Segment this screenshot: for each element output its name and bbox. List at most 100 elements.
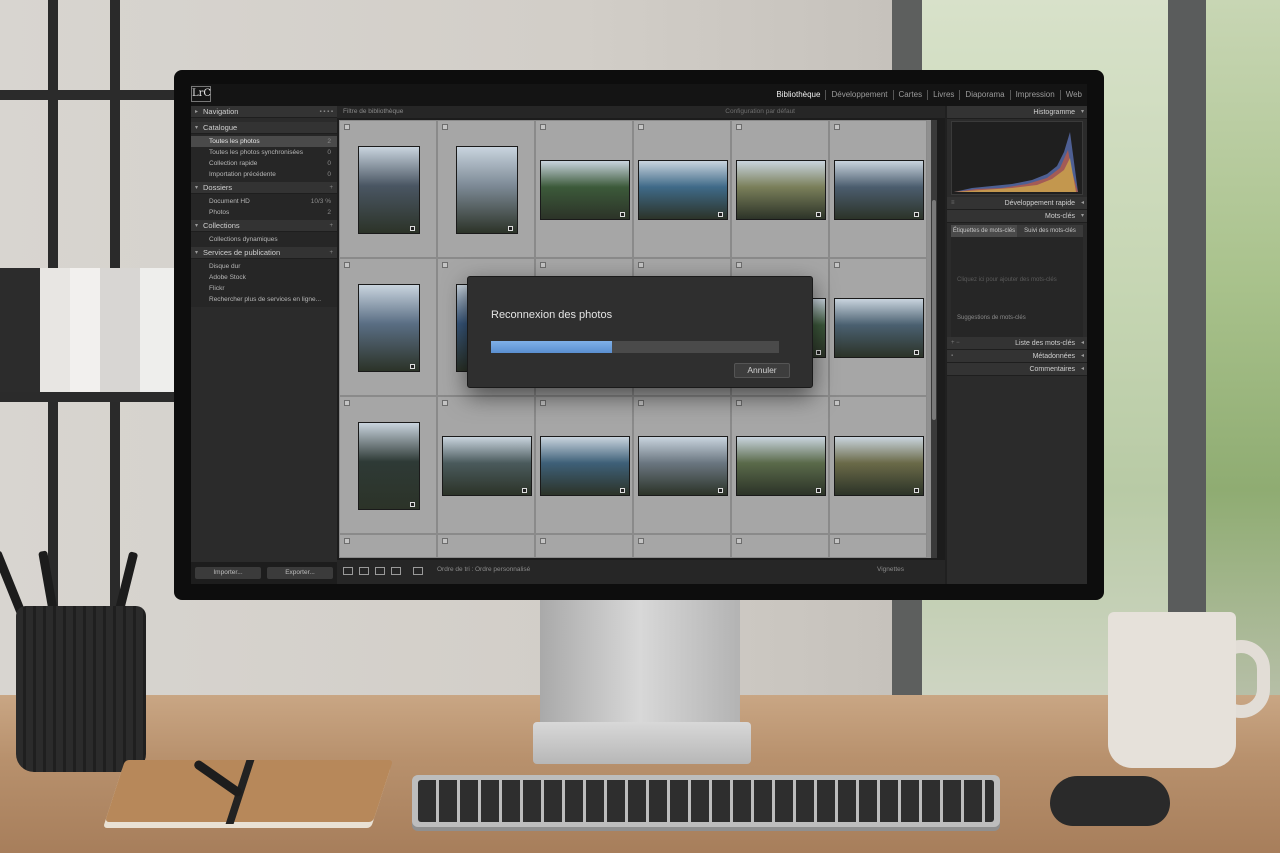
comments-header[interactable]: Commentaires ◂ — [947, 363, 1087, 376]
add-collection-icon[interactable]: + — [329, 220, 333, 232]
thumbnail-cell[interactable] — [339, 120, 437, 258]
select-checkbox[interactable] — [736, 124, 742, 130]
select-checkbox[interactable] — [736, 538, 742, 544]
thumbnail-cell[interactable] — [535, 396, 633, 534]
thumbnail-cell[interactable] — [829, 396, 927, 534]
tab-keyword-tags[interactable]: Étiquettes de mots-clés — [951, 225, 1017, 237]
select-checkbox[interactable] — [442, 124, 448, 130]
select-checkbox[interactable] — [442, 538, 448, 544]
select-checkbox[interactable] — [834, 400, 840, 406]
select-checkbox[interactable] — [638, 400, 644, 406]
module-print[interactable]: Impression — [1011, 90, 1061, 100]
select-checkbox[interactable] — [638, 262, 644, 268]
select-checkbox[interactable] — [344, 262, 350, 268]
select-checkbox[interactable] — [834, 124, 840, 130]
module-library[interactable]: Bibliothèque — [771, 90, 827, 100]
select-checkbox[interactable] — [834, 538, 840, 544]
photo-thumbnail[interactable] — [540, 160, 630, 220]
keyword-entry-area[interactable]: Cliquez ici pour ajouter des mots-clés S… — [951, 237, 1083, 337]
folder-volume[interactable]: Document HD 10/3 % — [191, 196, 337, 207]
catalog-item-quick-collection[interactable]: Collection rapide 0 — [191, 158, 337, 169]
select-checkbox[interactable] — [540, 400, 546, 406]
thumbnail-cell[interactable] — [633, 120, 731, 258]
thumbnail-cell[interactable] — [731, 120, 829, 258]
find-more-services-link[interactable]: Rechercher plus de services en ligne... — [191, 294, 337, 305]
select-checkbox[interactable] — [736, 400, 742, 406]
grid-scrollbar[interactable] — [931, 120, 937, 558]
keyword-list-header[interactable]: + − Liste des mots-clés ◂ — [947, 337, 1087, 350]
thumbnail-cell[interactable] — [437, 534, 535, 558]
photo-thumbnail[interactable] — [540, 436, 630, 496]
photo-thumbnail[interactable] — [358, 284, 420, 372]
select-checkbox[interactable] — [736, 262, 742, 268]
grid-view-icon[interactable] — [343, 567, 353, 575]
module-web[interactable]: Web — [1061, 90, 1087, 100]
tab-keyword-tracking[interactable]: Suivi des mots-clés — [1017, 225, 1083, 237]
metadata-preset-icon[interactable]: ▪ — [951, 350, 953, 363]
photo-thumbnail[interactable] — [456, 146, 518, 234]
select-checkbox[interactable] — [540, 538, 546, 544]
thumbnail-cell[interactable] — [535, 534, 633, 558]
photo-thumbnail[interactable] — [834, 298, 924, 358]
library-filter-bar[interactable]: Filtre de bibliothèque Configuration par… — [337, 106, 945, 118]
add-service-icon[interactable]: + — [329, 247, 333, 259]
folder-photos[interactable]: Photos 2 — [191, 207, 337, 218]
zoom-options-icon[interactable]: ▪ ▪ ▪ ▪ — [319, 106, 333, 118]
photo-thumbnail[interactable] — [638, 160, 728, 220]
select-checkbox[interactable] — [834, 262, 840, 268]
catalog-header[interactable]: ▾ Catalogue — [191, 122, 337, 134]
thumbnail-cell[interactable] — [633, 396, 731, 534]
photo-thumbnail[interactable] — [358, 422, 420, 510]
survey-view-icon[interactable] — [391, 567, 401, 575]
metadata-header[interactable]: ▪ Métadonnées ◂ — [947, 350, 1087, 363]
thumbnail-cell[interactable] — [339, 534, 437, 558]
collections-header[interactable]: ▾ Collections + — [191, 220, 337, 232]
publish-adobe-stock[interactable]: Adobe Stock — [191, 272, 337, 283]
quick-develop-header[interactable]: ≡ Développement rapide ◂ — [947, 197, 1087, 210]
photo-thumbnail[interactable] — [834, 436, 924, 496]
thumbnail-cell[interactable] — [437, 120, 535, 258]
select-checkbox[interactable] — [638, 124, 644, 130]
select-checkbox[interactable] — [344, 400, 350, 406]
thumbnail-cell[interactable] — [339, 396, 437, 534]
select-checkbox[interactable] — [638, 538, 644, 544]
navigator-header[interactable]: ▸ Navigation ▪ ▪ ▪ ▪ — [191, 106, 337, 118]
select-checkbox[interactable] — [442, 400, 448, 406]
select-checkbox[interactable] — [442, 262, 448, 268]
folders-header[interactable]: ▾ Dossiers + — [191, 182, 337, 194]
filter-preset[interactable]: Configuration par défaut — [725, 106, 795, 118]
collection-smart[interactable]: Collections dynamiques — [191, 234, 337, 245]
photo-thumbnail[interactable] — [736, 160, 826, 220]
photo-thumbnail[interactable] — [442, 436, 532, 496]
scrollbar-thumb[interactable] — [932, 200, 936, 420]
thumbnail-cell[interactable] — [339, 258, 437, 396]
import-button[interactable]: Importer... — [195, 567, 261, 579]
thumbnail-cell[interactable] — [829, 258, 927, 396]
catalog-item-synced[interactable]: Toutes les photos synchronisées 0 — [191, 147, 337, 158]
thumbnail-cell[interactable] — [633, 534, 731, 558]
module-develop[interactable]: Développement — [826, 90, 894, 100]
export-button[interactable]: Exporter... — [267, 567, 333, 579]
publish-hard-drive[interactable]: Disque dur — [191, 261, 337, 272]
cancel-button[interactable]: Annuler — [734, 363, 790, 378]
thumbnail-cell[interactable] — [535, 120, 633, 258]
sort-order-select[interactable]: Ordre personnalisé — [475, 566, 530, 573]
select-checkbox[interactable] — [344, 538, 350, 544]
loupe-view-icon[interactable] — [359, 567, 369, 575]
module-slideshow[interactable]: Diaporama — [960, 90, 1011, 100]
compare-view-icon[interactable] — [375, 567, 385, 575]
thumbnail-cell[interactable] — [829, 534, 927, 558]
module-book[interactable]: Livres — [928, 90, 961, 100]
histogram-header[interactable]: Histogramme ▾ — [947, 106, 1087, 119]
select-checkbox[interactable] — [540, 262, 546, 268]
painter-icon[interactable] — [413, 567, 423, 575]
publish-flickr[interactable]: Flickr — [191, 283, 337, 294]
thumbnail-cell[interactable] — [829, 120, 927, 258]
thumbnail-cell[interactable] — [731, 396, 829, 534]
select-checkbox[interactable] — [540, 124, 546, 130]
add-keyword-icon[interactable]: + − — [951, 337, 960, 350]
keywording-header[interactable]: Mots-clés ▾ — [947, 210, 1087, 223]
photo-thumbnail[interactable] — [638, 436, 728, 496]
publish-services-header[interactable]: ▾ Services de publication + — [191, 247, 337, 259]
add-folder-icon[interactable]: + — [329, 182, 333, 194]
